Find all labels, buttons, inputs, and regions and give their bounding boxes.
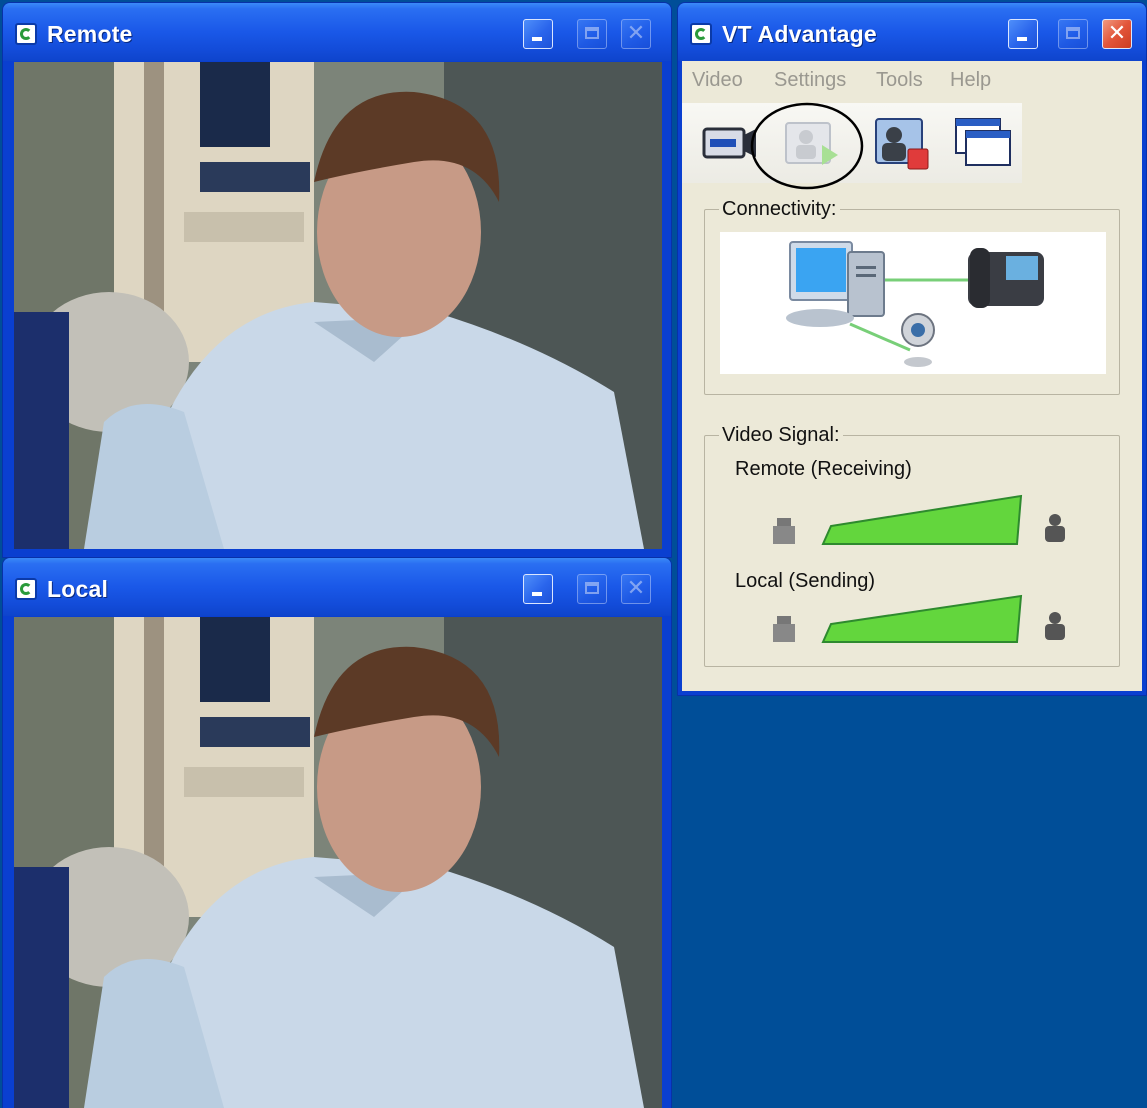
remote-video-image: [14, 62, 662, 549]
highlight-circle: [750, 102, 864, 190]
minimize-icon: [532, 592, 542, 596]
app-icon: [15, 23, 37, 45]
local-signal-meter: [773, 594, 1065, 643]
maximize-button[interactable]: [1058, 19, 1088, 49]
close-button[interactable]: ✕: [621, 574, 651, 604]
close-icon: ✕: [626, 21, 646, 46]
window-title: Remote: [47, 21, 133, 47]
local-signal-label: Local (Sending): [735, 570, 876, 592]
video-signal-group: Video Signal: Remote (Receiving) Local (…: [704, 424, 1120, 667]
maximize-button[interactable]: [577, 574, 607, 604]
connectivity-group: Connectivity:: [704, 198, 1120, 395]
local-video-image: [14, 617, 662, 1108]
remote-video-feed: [14, 62, 662, 549]
person-low-icon: [773, 616, 795, 642]
local-video-feed: [14, 617, 662, 1108]
connectivity-diagram: [720, 232, 1106, 374]
computer-icon: [786, 241, 885, 327]
stop-video-icon: [875, 118, 929, 170]
minimize-icon: [1017, 37, 1027, 41]
remote-titlebar[interactable]: Remote ✕: [3, 3, 671, 61]
vt-advantage-window: VT Advantage ✕ Video Settings Tools Help: [677, 2, 1147, 696]
remote-signal-meter: [773, 494, 1065, 545]
minimize-icon: [532, 37, 542, 41]
close-icon: ✕: [1107, 21, 1127, 46]
close-icon: ✕: [626, 576, 646, 601]
windows-icon: [955, 118, 1011, 166]
remote-signal-bar: [821, 494, 1023, 545]
window-title: Local: [47, 576, 109, 602]
person-high-icon: [1045, 514, 1065, 542]
maximize-icon: [585, 27, 599, 39]
video-signal-label: Video Signal:: [719, 424, 843, 447]
webcam-icon: [901, 313, 935, 367]
menu-bar: Video Settings Tools Help: [682, 61, 1142, 99]
local-signal-bar: [821, 594, 1023, 643]
menu-tools[interactable]: Tools: [876, 69, 923, 92]
menu-settings[interactable]: Settings: [774, 69, 846, 92]
minimize-button[interactable]: [523, 19, 553, 49]
ip-phone-icon: [968, 248, 1044, 308]
maximize-button[interactable]: [577, 19, 607, 49]
connectivity-label: Connectivity:: [719, 198, 840, 221]
close-button[interactable]: ✕: [1102, 19, 1132, 49]
app-icon: [690, 23, 712, 45]
maximize-icon: [1066, 27, 1080, 39]
app-icon: [15, 578, 37, 600]
minimize-button[interactable]: [523, 574, 553, 604]
menu-help[interactable]: Help: [950, 69, 991, 92]
windows-button[interactable]: [952, 113, 1016, 173]
vta-client-area: Video Settings Tools Help Connectivity: …: [682, 61, 1142, 691]
vta-titlebar[interactable]: VT Advantage ✕: [678, 3, 1146, 61]
person-high-icon: [1045, 612, 1065, 640]
person-low-icon: [773, 518, 795, 544]
local-titlebar[interactable]: Local ✕: [3, 558, 671, 616]
remote-signal-label: Remote (Receiving): [735, 458, 912, 480]
menu-video[interactable]: Video: [692, 69, 743, 92]
maximize-icon: [585, 582, 599, 594]
stop-video-button[interactable]: [870, 113, 934, 173]
minimize-button[interactable]: [1008, 19, 1038, 49]
close-button[interactable]: ✕: [621, 19, 651, 49]
window-title: VT Advantage: [722, 21, 877, 47]
